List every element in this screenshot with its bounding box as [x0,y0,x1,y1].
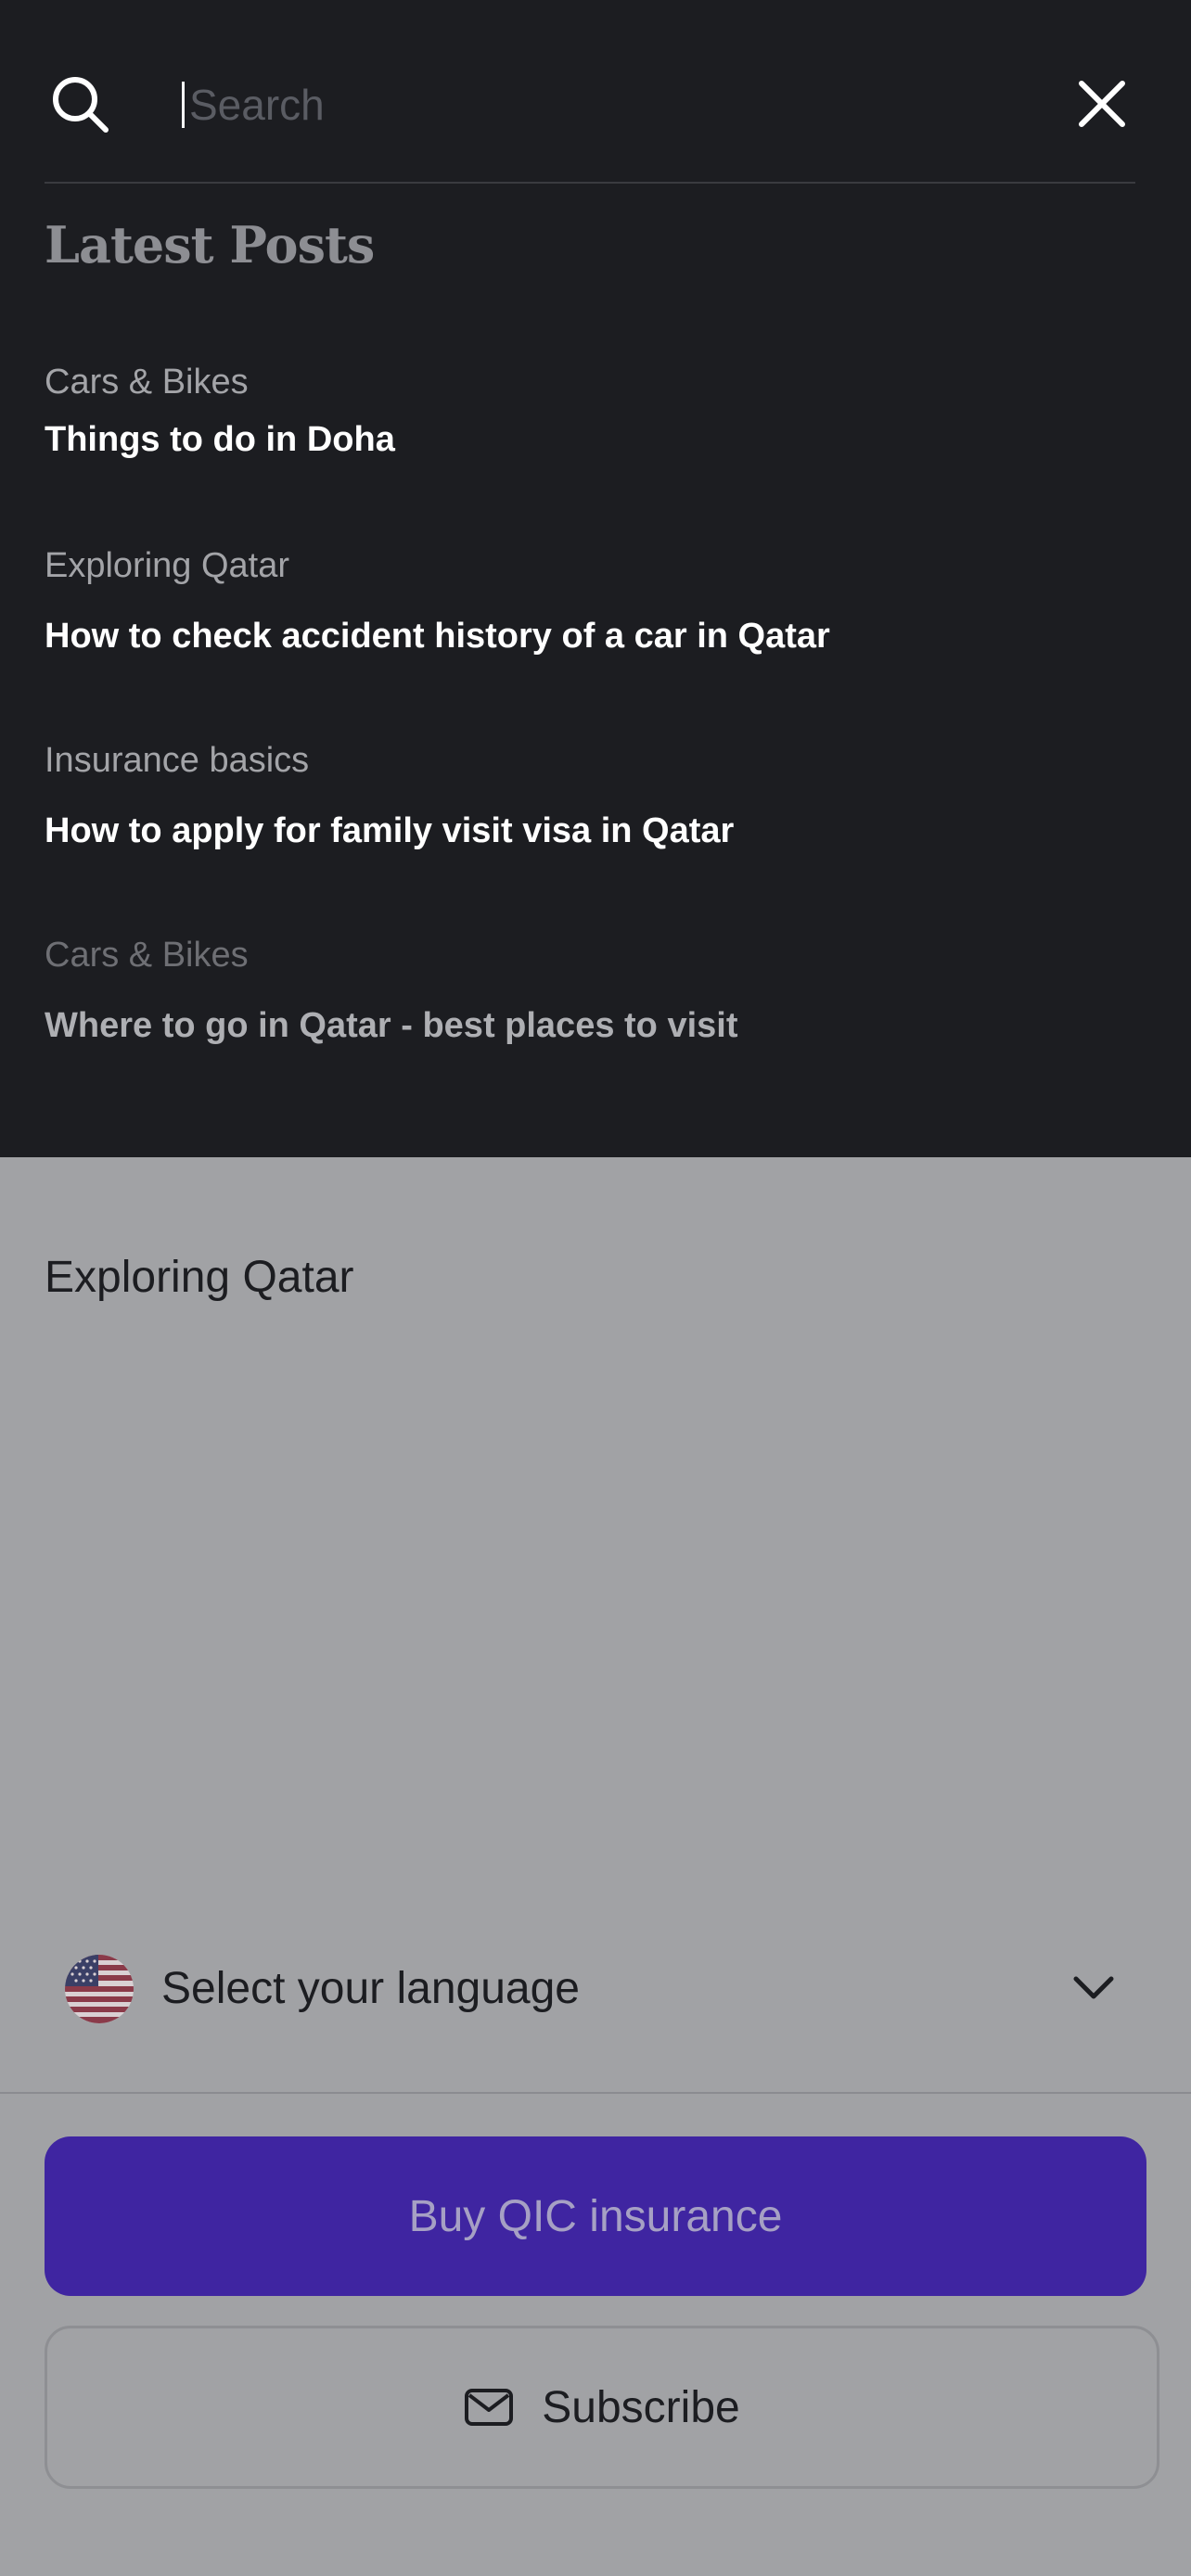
post-category: Cars & Bikes [45,363,249,402]
post-category: Exploring Qatar [45,546,290,585]
post-title[interactable]: Things to do in Doha [45,417,1139,462]
text-cursor [182,82,185,128]
post-item[interactable]: Insurance basics How to apply for family… [45,738,1139,853]
search-icon [53,77,109,133]
us-flag-icon [65,1955,134,2023]
latest-posts-title: Latest Posts [45,215,375,274]
language-selector[interactable]: Select your language [45,1938,1135,2040]
post-item[interactable]: Cars & Bikes Things to do in Doha [45,360,1139,462]
post-category: Cars & Bikes [45,936,249,975]
close-icon[interactable] [1074,76,1130,132]
language-label: Select your language [161,1964,580,2013]
post-title[interactable]: Where to go in Qatar - best places to vi… [45,1003,1139,1048]
search-overlay: Latest Posts Cars & Bikes Things to do i… [0,0,1191,1157]
post-title[interactable]: How to check accident history of a car i… [45,614,1139,658]
post-title[interactable]: How to apply for family visit visa in Qa… [45,809,1139,853]
search-bar [45,0,1135,184]
search-input[interactable] [189,72,1061,137]
post-item[interactable]: Cars & Bikes Where to go in Qatar - best… [45,933,1139,1048]
page-heading: Exploring Qatar [45,1253,354,1302]
buy-insurance-button[interactable]: Buy QIC insurance [45,2136,1146,2296]
subscribe-button[interactable]: Subscribe [45,2326,1159,2489]
subscribe-label: Subscribe [542,2382,740,2432]
mail-icon [465,2389,514,2426]
divider [0,2092,1191,2094]
buy-insurance-label: Buy QIC insurance [408,2191,783,2241]
post-category: Insurance basics [45,741,310,780]
post-item[interactable]: Exploring Qatar How to check accident hi… [45,543,1139,658]
chevron-down-icon [1073,1976,1114,1999]
